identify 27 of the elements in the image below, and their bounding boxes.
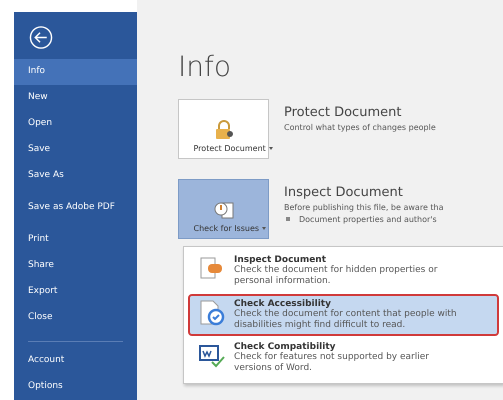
accessibility-icon (198, 298, 226, 326)
sidebar-item[interactable]: Account (14, 348, 137, 374)
menu-item[interactable]: Check Accessibility Check the document for content that people with disabilities might find difficult to read. (188, 294, 499, 336)
sidebar-item[interactable]: Save As (14, 163, 137, 189)
back-icon[interactable] (29, 26, 53, 49)
sidebar-item[interactable]: Share (14, 253, 137, 279)
page-title: Info (178, 50, 232, 83)
section-heading: Inspect Document (284, 185, 404, 200)
sidebar-item[interactable]: Close (14, 305, 137, 331)
caret-icon (262, 226, 266, 230)
sidebar-item[interactable]: Print (14, 227, 137, 253)
section-heading: Protect Document (284, 105, 402, 120)
sidebar-item[interactable]: Save as Adobe PDF (14, 189, 137, 227)
sidebar-item[interactable]: Open (14, 111, 137, 137)
sidebar-item[interactable]: Options (14, 374, 137, 400)
menu-item[interactable]: Check Compatibility Check for features not supported by earlier versions of Word. (188, 337, 499, 380)
section-description: Before publishing this file, be aware tha (284, 203, 444, 212)
sidebar-item[interactable]: Info (14, 59, 137, 85)
bullet-item: Document properties and author's (284, 215, 444, 224)
inspect-button[interactable]: Check for Issues (178, 179, 269, 239)
sidebar-item[interactable]: Save (14, 137, 137, 163)
compatibility-icon (198, 342, 226, 370)
sidebar-item[interactable]: Export (14, 279, 137, 305)
section-description: Control what types of changes people (284, 123, 436, 132)
sidebar-item[interactable]: New (14, 85, 137, 111)
menu-item[interactable]: Inspect Document Check the document for hidden properties or personal information. (188, 250, 499, 292)
caret-icon (268, 146, 273, 150)
